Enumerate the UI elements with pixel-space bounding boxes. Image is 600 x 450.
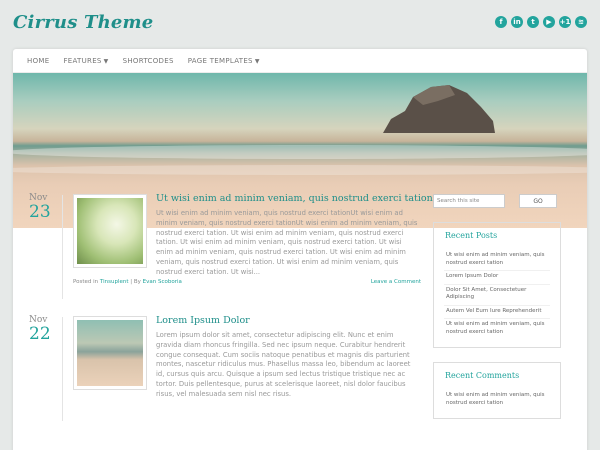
rss-icon[interactable]: ≋ [575,16,587,28]
nav-item-home[interactable]: HOME [27,57,49,65]
wave-highlight [13,165,587,175]
recent-comments-widget: Recent Comments Ut wisi enim ad minim ve… [433,362,561,419]
post-excerpt: Ut wisi enim ad minim veniam, quis nostr… [156,209,418,276]
recent-comment-link[interactable]: Ut wisi enim ad minim veniam, quis nostr… [444,390,550,410]
recent-posts-widget: Recent Posts Ut wisi enim ad minim venia… [433,222,561,348]
post-item: Nov 22 Lorem Ipsum Dolor Lorem ipsum dol… [13,301,433,423]
post-thumbnail[interactable] [73,316,147,390]
beach-image [77,320,143,386]
post-day: 23 [29,202,51,222]
nav-item-shortcodes[interactable]: SHORTCODES [123,57,174,65]
linkedin-icon[interactable]: in [511,16,523,28]
google-plus-icon[interactable]: +1 [559,16,571,28]
post-title[interactable]: Ut wisi enim ad minim veniam, quis nostr… [156,193,433,204]
divider [62,317,63,421]
recent-post-link[interactable]: Lorem Ipsum Dolor [444,271,550,285]
twitter-icon[interactable]: t [527,16,539,28]
post-meta: Posted in Tinsuplent | By Evan Scoboria … [73,279,421,285]
post-list: Nov 23 Ut wisi enim ad minim veniam, qui… [13,179,433,423]
author-link[interactable]: Evan Scoboria [143,279,182,285]
category-link[interactable]: Tinsuplent [100,279,129,285]
recent-post-link[interactable]: Ut wisi enim ad minim veniam, quis nostr… [444,250,550,271]
site-title[interactable]: Cirrus Theme [13,12,153,33]
widget-title: Recent Posts [445,231,498,240]
recent-post-link[interactable]: Autem Vel Eum Iure Reprehenderit [444,306,550,319]
youtube-icon[interactable]: ▶ [543,16,555,28]
caret-down-icon: ▼ [254,57,260,65]
nav-item-features[interactable]: FEATURES ▼ [63,57,108,65]
widget-title: Recent Comments [445,371,520,380]
post-thumbnail[interactable] [73,194,147,268]
recent-post-link[interactable]: Dolor Sit Amet, Consectetuer Adipiscing [444,285,550,306]
comment-link[interactable]: Leave a Comment [371,279,421,285]
facebook-icon[interactable]: f [495,16,507,28]
rock-shape [383,85,495,133]
go-button[interactable]: GO [519,194,557,208]
post-excerpt: Lorem ipsum dolor sit amet, consectetur … [156,331,411,398]
sidebar: Search this site GO Recent Posts Ut wisi… [433,194,561,419]
post-byline: Posted in Tinsuplent | By Evan Scoboria [73,279,182,285]
search-input[interactable]: Search this site [433,194,505,208]
social-icons: f in t ▶ +1 ≋ [495,16,587,28]
recent-post-link[interactable]: Ut wisi enim ad minim veniam, quis nostr… [444,319,550,339]
post-title[interactable]: Lorem Ipsum Dolor [156,315,250,326]
wave-highlight [13,145,587,159]
post-item: Nov 23 Ut wisi enim ad minim veniam, qui… [13,179,433,301]
nav-item-page-templates[interactable]: PAGE TEMPLATES ▼ [188,57,260,65]
divider [62,195,63,299]
post-day: 22 [29,324,51,344]
main-nav: HOME FEATURES ▼ SHORTCODES PAGE TEMPLATES… [13,49,587,73]
caret-down-icon: ▼ [103,57,109,65]
leaf-image [77,198,143,264]
search-form: Search this site GO [433,194,561,208]
